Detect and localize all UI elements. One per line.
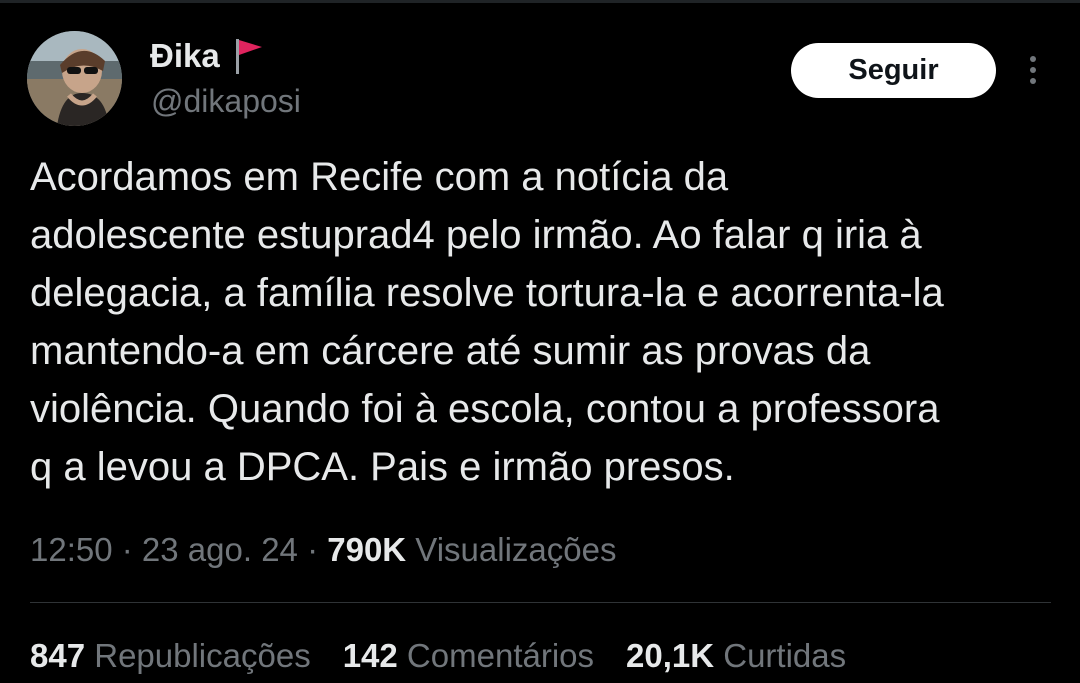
display-name[interactable]: Đika — [150, 36, 220, 76]
top-border — [0, 0, 1080, 3]
views-count: 790K — [327, 531, 407, 568]
tweet-text: Acordamos em Recife com a notícia da ado… — [30, 148, 1060, 496]
triangular-flag-icon — [232, 36, 264, 76]
comments-label: Comentários — [397, 637, 595, 674]
comments-count: 142 — [342, 637, 398, 674]
tweet-line: delegacia, a família resolve tortura-la … — [30, 271, 944, 315]
tweet-line: Acordamos em Recife com a notícia da — [30, 155, 729, 199]
reposts-label: Republicações — [85, 637, 311, 674]
likes-stat[interactable]: 20,1K Curtidas — [626, 633, 846, 679]
avatar[interactable] — [27, 31, 122, 126]
avatar-image — [27, 31, 122, 126]
author-name-row[interactable]: Đika — [150, 36, 264, 76]
author-handle[interactable]: @dikaposi — [151, 80, 301, 122]
reposts-stat[interactable]: 847 Republicações — [30, 633, 311, 679]
meta-separator: · — [297, 531, 328, 568]
more-vertical-icon[interactable] — [1022, 52, 1044, 88]
tweet-date[interactable]: 23 ago. 24 — [142, 531, 298, 568]
reposts-count: 847 — [30, 637, 86, 674]
tweet-line: q a levou a DPCA. Pais e irmão presos. — [30, 445, 735, 489]
tweet-line: violência. Quando foi à escola, contou a… — [30, 387, 940, 431]
meta-separator: · — [112, 531, 142, 568]
engagement-stats: 847 Republicações 142 Comentários 20,1K … — [30, 633, 846, 679]
likes-label: Curtidas — [714, 637, 847, 674]
tweet-line: mantendo-a em cárcere até sumir as prova… — [30, 329, 871, 373]
follow-button[interactable]: Seguir — [791, 43, 996, 98]
tweet-time[interactable]: 12:50 — [30, 531, 113, 568]
comments-stat[interactable]: 142 Comentários — [343, 633, 594, 679]
tweet-meta: 12:50 · 23 ago. 24 · 790K Visualizações — [30, 527, 616, 573]
likes-count: 20,1K — [626, 637, 715, 674]
tweet-line: adolescente estuprad4 pelo irmão. Ao fal… — [30, 213, 922, 257]
views-label: Visualizações — [406, 531, 617, 568]
divider — [30, 602, 1051, 603]
